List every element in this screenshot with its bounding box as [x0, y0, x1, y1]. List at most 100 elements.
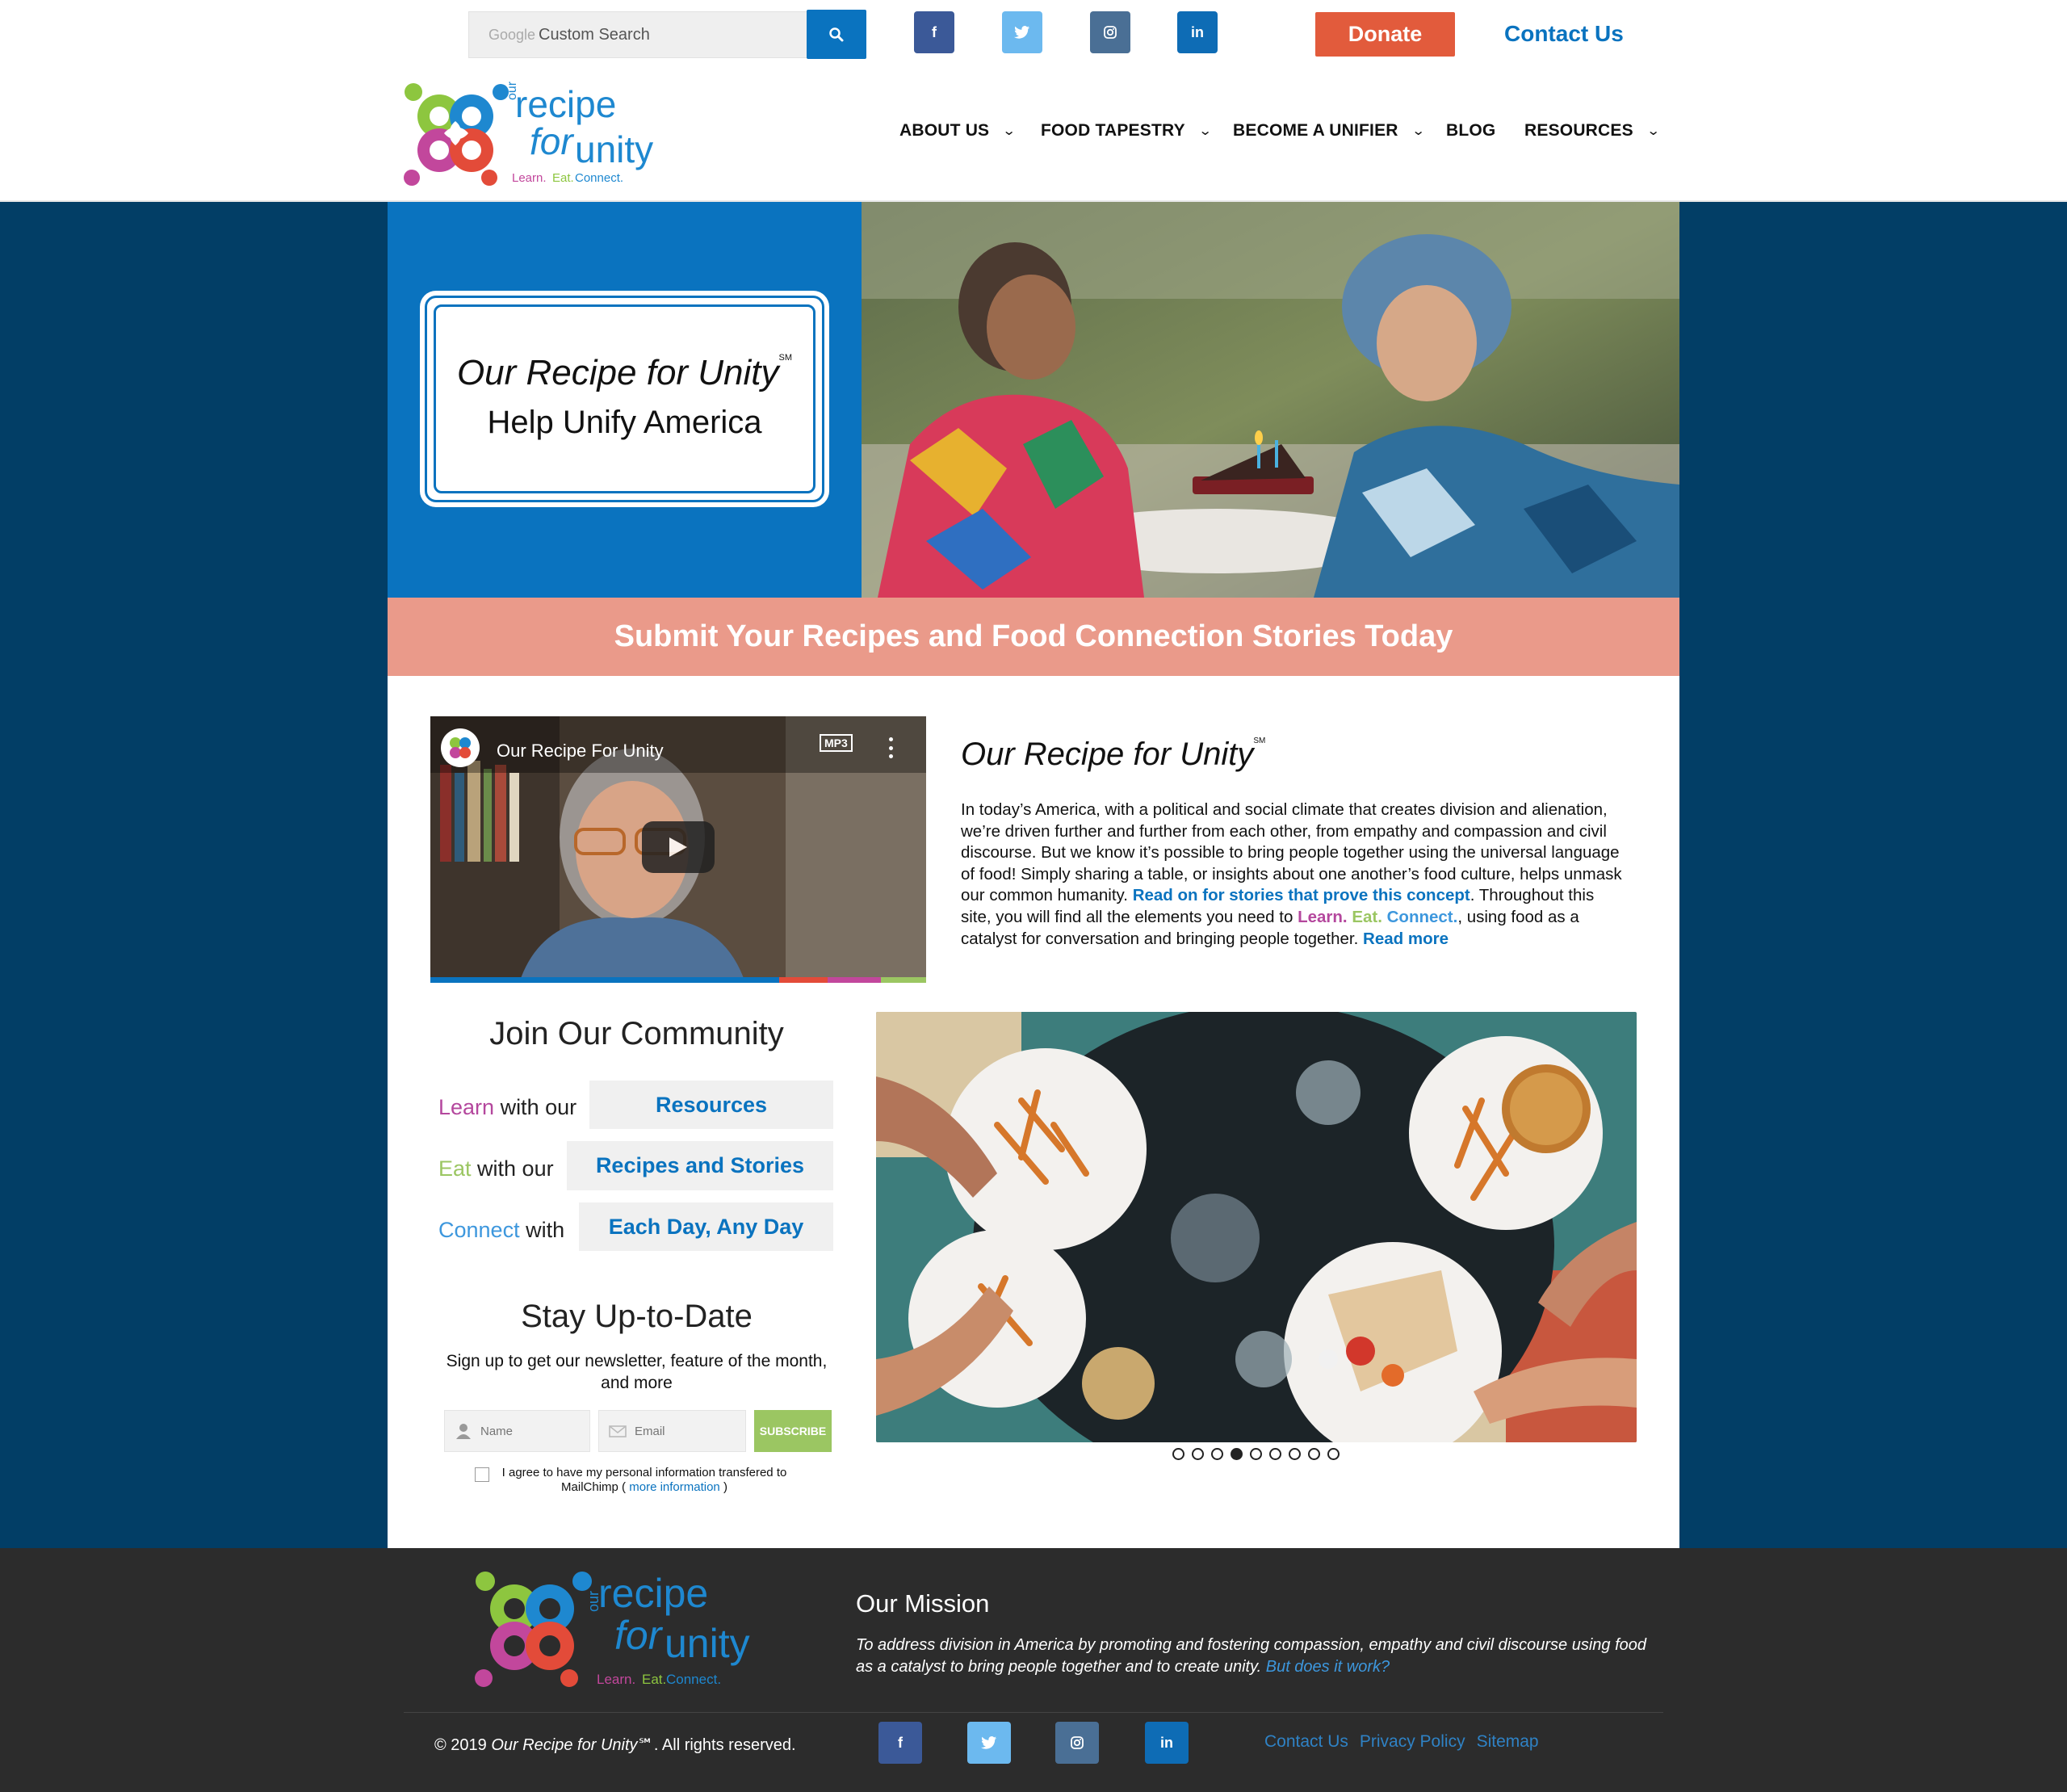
- consent-text-end: ): [719, 1480, 727, 1494]
- site-logo[interactable]: our recipe for unity Learn. Eat. Connect…: [402, 79, 669, 192]
- carousel-dot[interactable]: [1250, 1448, 1262, 1460]
- facebook-icon: f: [932, 23, 937, 40]
- chevron-down-icon: ⌄: [1411, 124, 1426, 138]
- top-bar: Google f in Donate Contact Us: [0, 0, 2067, 69]
- facebook-button[interactable]: f: [914, 11, 954, 53]
- footer-facebook-button[interactable]: f: [878, 1722, 922, 1764]
- video-color-strip: [779, 977, 828, 983]
- hero-title: Our Recipe for UnitySM: [427, 353, 822, 393]
- instagram-icon: [1104, 26, 1117, 39]
- nav-food-tapestry[interactable]: FOOD TAPESTRY ⌄: [1041, 121, 1213, 141]
- about-title-mark: SM: [1253, 737, 1266, 745]
- logo-tagline-eat: Eat.: [552, 171, 574, 185]
- carousel-dot[interactable]: [1172, 1448, 1184, 1460]
- footer-logo-connect: Connect.: [666, 1672, 722, 1687]
- email-field: [598, 1410, 746, 1452]
- contact-us-link[interactable]: Contact Us: [1504, 21, 1624, 47]
- hero-subtitle: Help Unify America: [487, 405, 762, 440]
- video-menu-icon[interactable]: [889, 737, 894, 758]
- donate-button[interactable]: Donate: [1315, 12, 1455, 57]
- carousel-dot[interactable]: [1192, 1448, 1204, 1460]
- footer-logo[interactable]: our recipe for unity Learn. Eat. Connect…: [472, 1567, 763, 1696]
- footer-instagram-button[interactable]: [1055, 1722, 1099, 1764]
- chevron-down-icon: ⌄: [1646, 124, 1661, 138]
- footer-contact-us-link[interactable]: Contact Us: [1264, 1732, 1348, 1752]
- footer-twitter-button[interactable]: [967, 1722, 1011, 1764]
- video-mp3-badge[interactable]: MP3: [820, 734, 853, 752]
- carousel-dot[interactable]: [1211, 1448, 1223, 1460]
- hero-card: Our Recipe for UnitySM Help Unify Americ…: [425, 296, 824, 502]
- consent-text: I agree to have my personal information …: [475, 1466, 814, 1495]
- footer-logo-eat: Eat.: [642, 1672, 667, 1687]
- copyright-mark: ℠: [637, 1736, 654, 1754]
- mission-text-body: To address division in America by promot…: [856, 1636, 1647, 1676]
- hero-title-text: Our Recipe for Unity: [456, 353, 779, 392]
- newsletter-subtitle: Sign up to get our newsletter, feature o…: [446, 1352, 828, 1392]
- instagram-icon: [1071, 1736, 1084, 1749]
- chevron-down-icon: ⌄: [1197, 124, 1213, 138]
- logo-tagline-connect: Connect.: [575, 171, 624, 185]
- twitter-icon: [981, 1736, 996, 1749]
- footer-links: Contact Us Privacy Policy Sitemap: [1264, 1732, 1539, 1752]
- carousel-image[interactable]: [876, 1012, 1637, 1442]
- logo-tagline-learn: Learn.: [512, 171, 547, 185]
- nav-become-a-unifier[interactable]: BECOME A UNIFIER ⌄: [1233, 121, 1426, 141]
- stories-link[interactable]: Read on for stories that prove this conc…: [1133, 886, 1470, 904]
- footer-logo-recipe: recipe: [598, 1571, 709, 1616]
- search-input[interactable]: [469, 12, 803, 57]
- hero-photo: [862, 202, 1679, 598]
- video-channel-avatar: [441, 728, 480, 767]
- copyright-suffix: . All rights reserved.: [653, 1736, 796, 1754]
- linkedin-icon: in: [1160, 1734, 1173, 1751]
- carousel-dot[interactable]: [1289, 1448, 1301, 1460]
- about-title-text: Our Recipe for Unity: [961, 737, 1254, 772]
- video-color-strip: [430, 977, 779, 983]
- video-player[interactable]: Our Recipe For Unity MP3: [430, 716, 926, 983]
- person-icon: [456, 1424, 471, 1439]
- twitter-icon: [1014, 26, 1029, 39]
- footer-logo-for: for: [614, 1613, 662, 1658]
- footer-privacy-policy-link[interactable]: Privacy Policy: [1360, 1732, 1465, 1752]
- carousel-dot[interactable]: [1327, 1448, 1340, 1460]
- linkedin-button[interactable]: in: [1177, 11, 1218, 53]
- eat-suffix: with our: [471, 1156, 554, 1181]
- video-title[interactable]: Our Recipe For Unity: [497, 741, 664, 762]
- footer-linkedin-button[interactable]: in: [1145, 1722, 1189, 1764]
- read-more-link[interactable]: Read more: [1363, 930, 1449, 948]
- search-button[interactable]: [807, 10, 866, 59]
- hero-title-mark: SM: [778, 353, 793, 363]
- connect-word: Connect.: [1386, 907, 1458, 926]
- submit-banner[interactable]: Submit Your Recipes and Food Connection …: [388, 598, 1679, 676]
- recipes-and-stories-button[interactable]: Recipes and Stories: [567, 1141, 833, 1190]
- play-button[interactable]: [642, 821, 715, 873]
- nav-about-us[interactable]: ABOUT US ⌄: [899, 121, 1017, 141]
- linkedin-icon: in: [1191, 23, 1204, 40]
- carousel-dot[interactable]: [1308, 1448, 1320, 1460]
- nav-food-tapestry-label: FOOD TAPESTRY: [1041, 121, 1185, 140]
- each-day-any-day-button[interactable]: Each Day, Any Day: [579, 1202, 833, 1251]
- footer-divider: [404, 1712, 1663, 1713]
- nav-blog[interactable]: BLOG: [1446, 121, 1495, 141]
- connect-suffix: with: [519, 1218, 565, 1242]
- nav-about-us-label: ABOUT US: [899, 121, 990, 140]
- learn-row-label: Learn with our: [438, 1095, 576, 1120]
- footer-sitemap-link[interactable]: Sitemap: [1477, 1732, 1539, 1752]
- carousel-dot[interactable]: [1231, 1448, 1243, 1460]
- carousel-dots: [1172, 1448, 1340, 1460]
- nav-become-a-unifier-label: BECOME A UNIFIER: [1233, 121, 1398, 140]
- envelope-icon: [609, 1425, 627, 1437]
- connect-row-label: Connect with: [438, 1218, 564, 1243]
- logo-word-for: for: [530, 120, 573, 162]
- resources-button[interactable]: Resources: [589, 1081, 833, 1129]
- carousel-dot[interactable]: [1269, 1448, 1281, 1460]
- about-title: Our Recipe for UnitySM: [961, 737, 1265, 773]
- more-information-link[interactable]: more information: [629, 1480, 720, 1494]
- subscribe-button[interactable]: SUBSCRIBE: [754, 1410, 832, 1452]
- nav-resources[interactable]: RESOURCES ⌄: [1524, 121, 1661, 141]
- twitter-button[interactable]: [1002, 11, 1042, 53]
- learn-suffix: with our: [494, 1095, 577, 1119]
- but-does-it-work-link[interactable]: But does it work?: [1266, 1658, 1390, 1676]
- facebook-icon: f: [898, 1734, 903, 1751]
- video-color-strip: [828, 977, 881, 983]
- instagram-button[interactable]: [1090, 11, 1130, 53]
